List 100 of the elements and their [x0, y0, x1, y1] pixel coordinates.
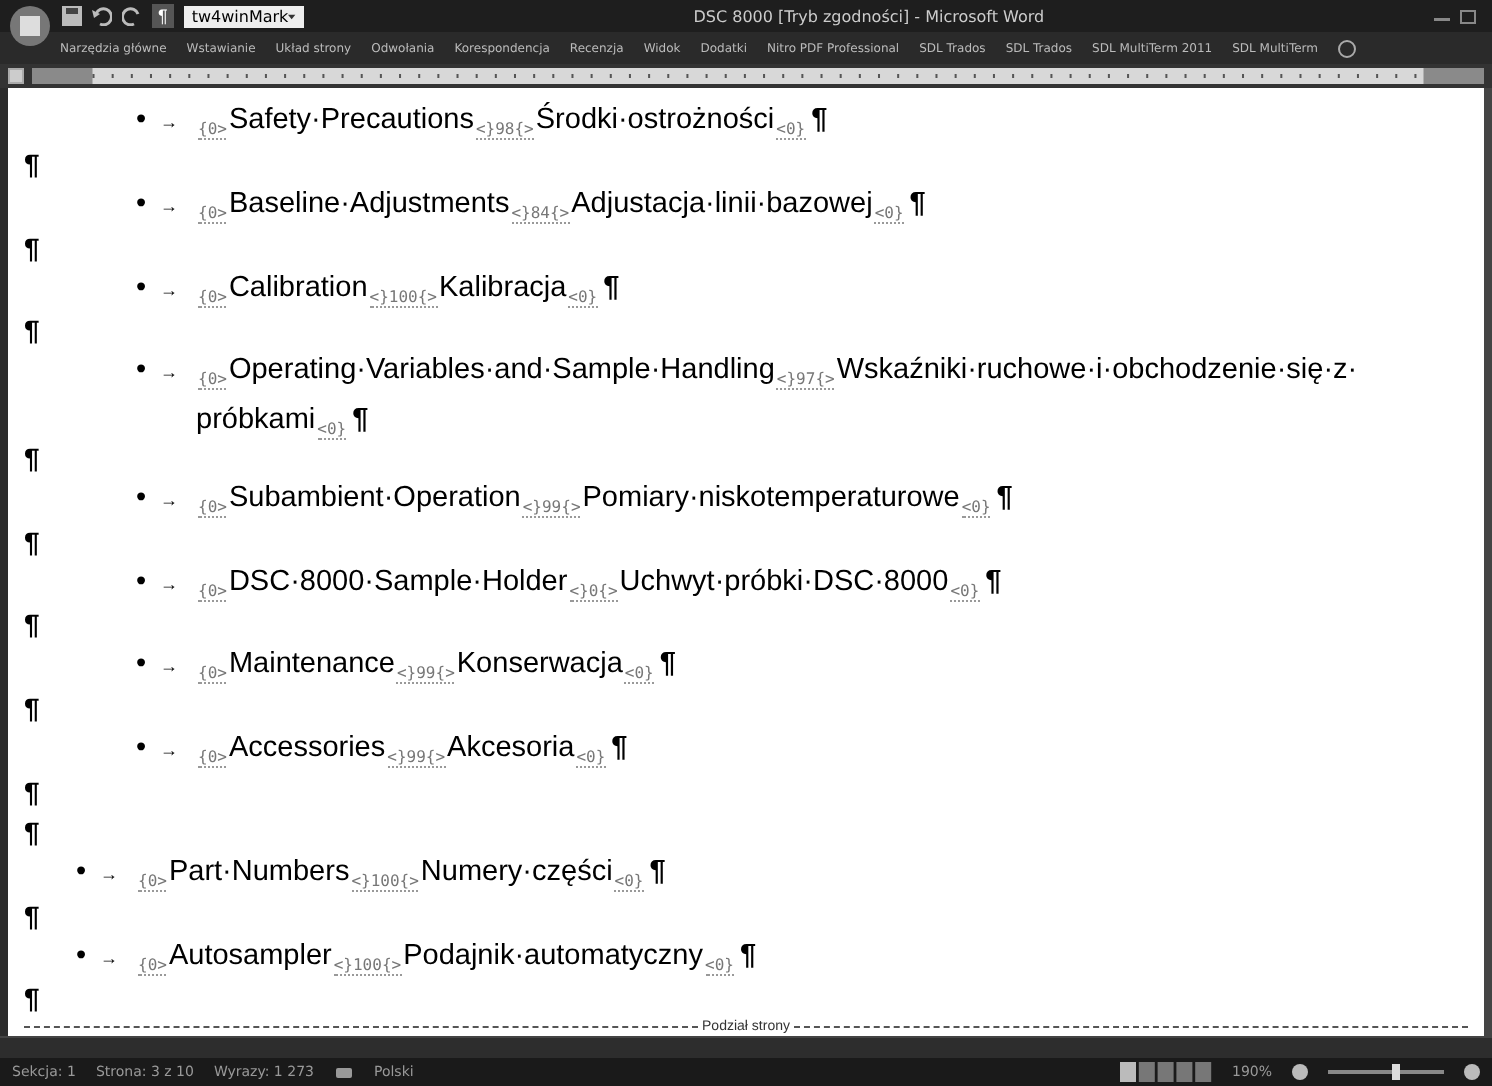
segment-tag: <}100{>: [369, 287, 437, 307]
segment-tag: <0}: [568, 287, 598, 307]
target-text: Konserwacja: [456, 648, 623, 681]
paragraph-mark: ¶: [24, 314, 40, 347]
paragraph-mark: ¶: [611, 732, 628, 765]
paragraph-mark: ¶: [649, 855, 666, 888]
segment-tag: <0}: [624, 664, 654, 685]
paragraph-mark: ¶: [24, 775, 40, 808]
tab-arrow: →: [160, 193, 180, 220]
redo-icon[interactable]: [122, 6, 142, 26]
target-text: Wskaźniki·ruchowe·i·obchodzenie·się·z·: [836, 354, 1358, 387]
paragraph-mark: ¶: [352, 404, 369, 437]
segment-tag: <0}: [776, 120, 806, 140]
paragraph-mark: ¶: [739, 939, 757, 972]
segment-tag: <}99{>: [396, 664, 455, 685]
source-text: Baseline·Adjustments: [228, 187, 510, 220]
help-icon[interactable]: [1338, 39, 1356, 57]
source-text: Safety·Precautions: [228, 104, 474, 136]
paragraph-mark: ¶: [24, 815, 40, 848]
segment-tag: {0>: [198, 581, 227, 602]
tab-arrow: →: [160, 487, 180, 514]
segment-tag: {0>: [198, 370, 227, 391]
segment-tag: <0}: [950, 581, 980, 602]
target-text: próbkami: [196, 404, 316, 437]
segment-tag: <}0{>: [569, 581, 618, 602]
zoom-in-icon[interactable]: [1464, 1064, 1480, 1080]
tab-arrow: →: [160, 110, 180, 136]
source-text: Autosampler: [168, 939, 332, 972]
segment-tag: {0>: [198, 664, 227, 685]
segment-tag: <}100{>: [333, 955, 402, 976]
bullet-mark: •: [76, 937, 89, 976]
paragraph-mark: ¶: [811, 104, 828, 136]
target-text: Akcesoria: [447, 732, 575, 765]
paragraph-mark: ¶: [24, 899, 40, 932]
segment-tag: {0>: [138, 871, 167, 892]
target-text: Środki·ostrożności: [535, 104, 775, 136]
paragraph-mark: ¶: [24, 982, 40, 1015]
source-text: Accessories: [228, 732, 386, 765]
paragraph-mark: ¶: [996, 481, 1013, 514]
target-text: Pomiary·niskotemperaturowe: [582, 481, 960, 514]
view-buttons-icon[interactable]: [1119, 1062, 1212, 1082]
tab-arrow: →: [100, 945, 120, 972]
paragraph-mark: ¶: [909, 187, 926, 220]
paragraph-mark: ¶: [24, 692, 40, 725]
bullet-mark: •: [136, 479, 149, 518]
segment-tag: <}100{>: [351, 871, 419, 892]
bullet-mark: •: [136, 730, 149, 769]
paragraph-mark: ¶: [24, 441, 40, 474]
tab-arrow: →: [160, 277, 180, 303]
segment-tag: <0}: [705, 955, 734, 976]
tab-arrow: →: [100, 861, 120, 888]
segment-tag: <0}: [961, 497, 991, 518]
bullet-mark: •: [136, 352, 149, 391]
bullet-mark: •: [136, 269, 149, 307]
proofing-icon[interactable]: [333, 1063, 354, 1081]
source-text: Operating·Variables·and·Sample·Handling: [228, 354, 775, 387]
segment-tag: <0}: [874, 203, 904, 224]
target-text: Kalibracja: [439, 271, 567, 303]
segment-tag: <0}: [576, 748, 606, 769]
paragraph-mark: ¶: [985, 565, 1002, 598]
bullet-mark: •: [136, 563, 149, 602]
segment-tag: {0>: [198, 287, 227, 307]
save-icon[interactable]: [62, 6, 82, 26]
zoom-out-icon[interactable]: [1292, 1064, 1308, 1080]
target-text: Podajnik·automatyczny: [403, 939, 703, 972]
segment-tag: {0>: [198, 497, 227, 518]
bullet-mark: •: [136, 185, 149, 224]
segment-tag: <}98{>: [475, 120, 534, 140]
style-dropdown[interactable]: tw4winMark: [183, 5, 304, 27]
window-title: DSC 8000 [Tryb zgodności] - Microsoft Word: [691, 7, 1047, 25]
segment-tag: <0}: [614, 871, 644, 892]
source-text: Maintenance: [228, 648, 395, 681]
paragraph-mark: ¶: [24, 231, 40, 263]
segment-tag: {0>: [198, 203, 227, 224]
segment-tag: {0>: [138, 955, 167, 976]
source-text: Calibration: [228, 271, 368, 303]
paragraph-mark: ¶: [24, 147, 40, 180]
source-text: DSC·8000·Sample·Holder: [228, 565, 568, 598]
segment-tag: <}99{>: [387, 748, 446, 769]
source-text: Part·Numbers: [168, 855, 350, 888]
segment-tag: <}99{>: [522, 497, 581, 518]
maximize-icon[interactable]: [1460, 9, 1476, 23]
tab-arrow: →: [160, 738, 180, 765]
tab-arrow: →: [160, 571, 180, 598]
segment-tag: <}84{>: [511, 203, 570, 224]
paragraph-mark: ¶: [24, 525, 40, 558]
segment-tag: {0>: [198, 120, 227, 140]
undo-icon[interactable]: [92, 6, 112, 26]
caret-icon: [288, 13, 296, 19]
paragraph-mark: ¶: [24, 608, 40, 641]
show-formatting-button[interactable]: ¶: [152, 4, 174, 28]
target-text: Uchwyt·próbki·DSC·8000: [619, 565, 949, 598]
bullet-mark: •: [136, 102, 149, 140]
bullet-mark: •: [76, 853, 89, 892]
paragraph-mark: ¶: [659, 648, 676, 681]
source-text: Subambient·Operation: [228, 481, 521, 514]
bullet-mark: •: [136, 646, 149, 685]
target-text: Numery·części: [420, 855, 613, 888]
tab-arrow: →: [160, 360, 180, 387]
segment-tag: <}97{>: [776, 370, 835, 391]
